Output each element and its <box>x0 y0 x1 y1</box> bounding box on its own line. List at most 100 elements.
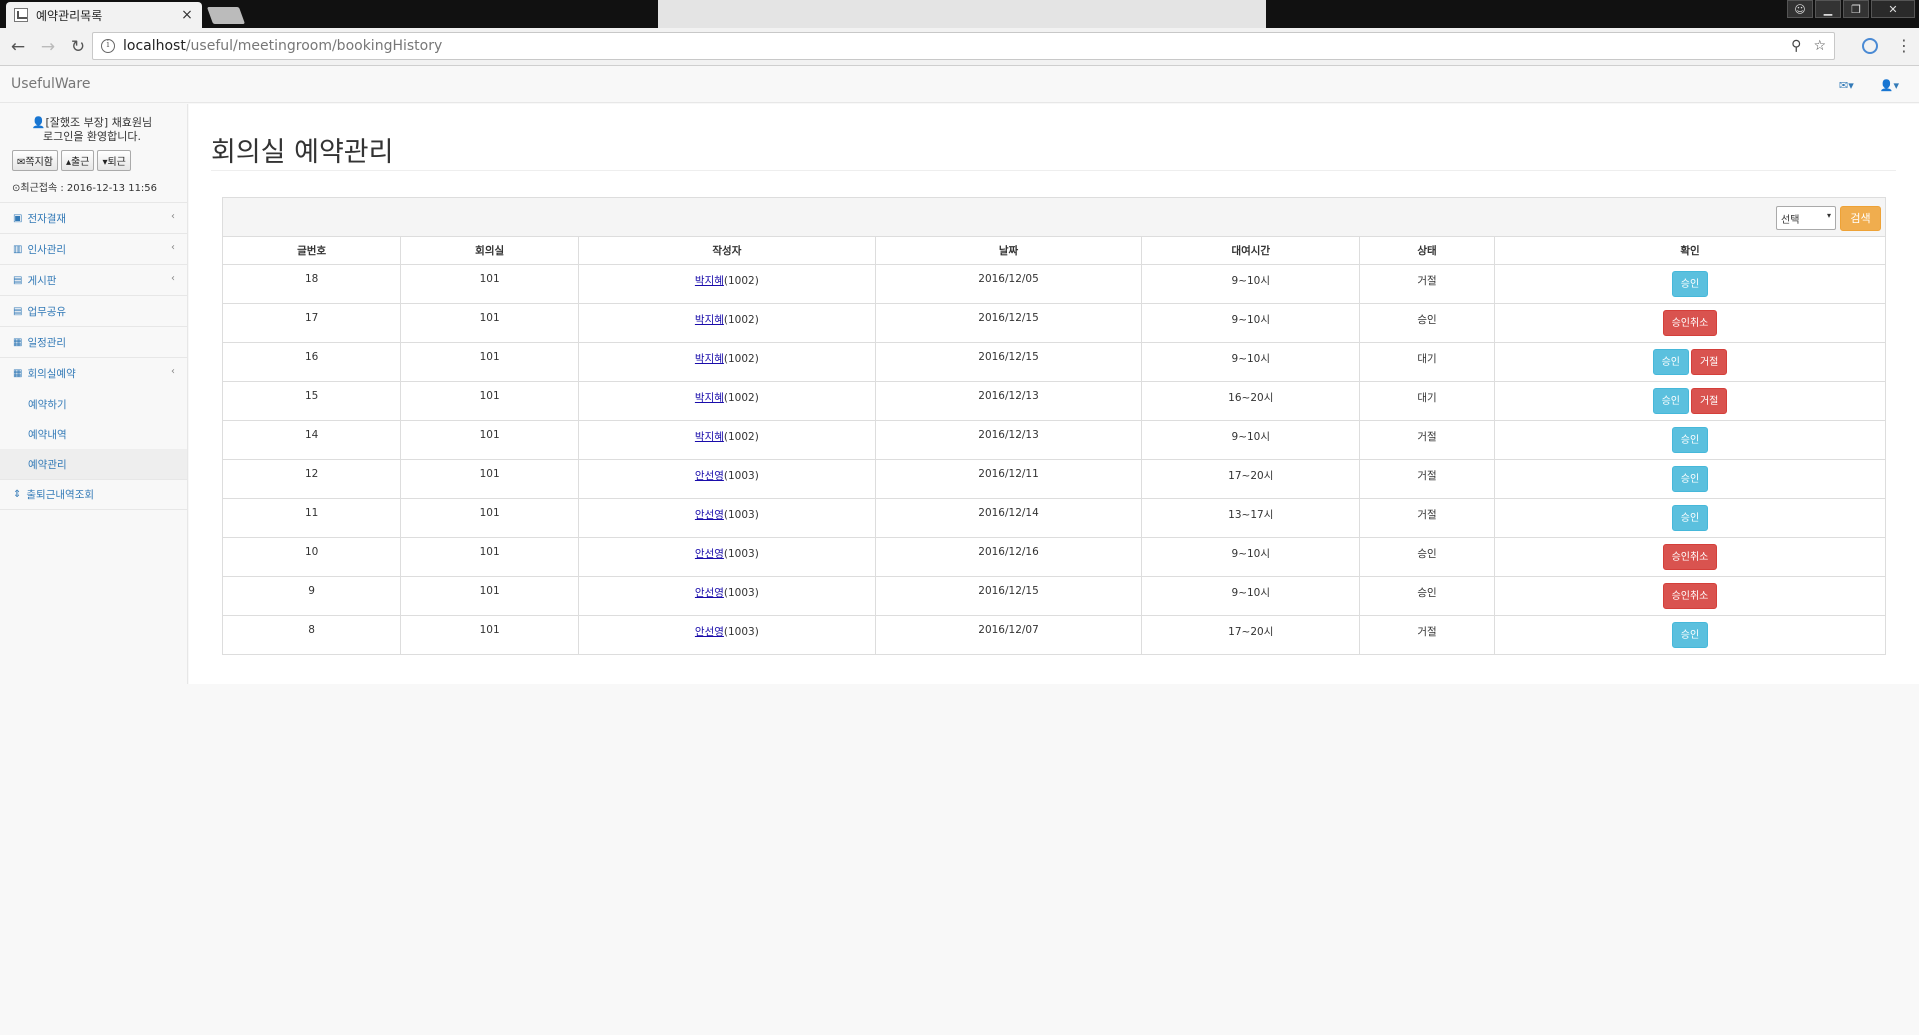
welcome-line2: 로그인을 환영합니다. <box>42 130 142 143</box>
close-window-icon[interactable]: ✕ <box>1871 0 1915 18</box>
envelope-dropdown-icon[interactable]: ✉▾ <box>1839 79 1854 92</box>
cell-status: 거절 <box>1359 459 1495 499</box>
cell-status: 거절 <box>1359 615 1495 654</box>
cell-no: 17 <box>223 303 402 343</box>
cell-time: 17~20시 <box>1141 459 1361 499</box>
search-button[interactable]: 검색 <box>1840 206 1881 231</box>
cell-date: 2016/12/15 <box>875 303 1143 343</box>
submenu-item-reserve[interactable]: 예약하기 <box>0 389 187 419</box>
chevron-left-icon: ‹ <box>171 242 175 253</box>
blurred-region <box>658 0 1266 28</box>
submenu-item-history[interactable]: 예약내역 <box>0 419 187 449</box>
title-divider <box>211 170 1896 171</box>
cell-no: 9 <box>223 576 402 616</box>
sidebar-item-board[interactable]: ▤ 게시판 ‹ <box>0 265 187 296</box>
reject-button[interactable]: 거절 <box>1690 387 1728 414</box>
browser-tab[interactable]: 예약관리목록 × <box>6 2 202 28</box>
cell-status: 대기 <box>1359 342 1495 382</box>
reject-button[interactable]: 거절 <box>1690 348 1728 375</box>
omnibox-actions: ⚲ ☆ <box>1791 38 1826 54</box>
cell-author: 안선영(1003) <box>578 576 876 616</box>
column-header: 대여시간 <box>1141 237 1361 265</box>
sidebar-item-meeting-room[interactable]: ▦ 회의실예약 ‹ <box>0 358 187 389</box>
author-link[interactable]: 박지혜 <box>695 353 724 365</box>
approve-button[interactable]: 승인 <box>1671 504 1709 531</box>
meeting-room-submenu: 예약하기 예약내역 예약관리 <box>0 389 187 479</box>
browser-menu-icon[interactable]: ⋮ <box>1896 36 1912 55</box>
check-out-button[interactable]: ▾퇴근 <box>97 150 131 171</box>
column-header: 회의실 <box>400 237 580 265</box>
cancel-approval-button[interactable]: 승인취소 <box>1662 543 1718 570</box>
new-tab-button[interactable] <box>206 7 246 24</box>
cell-actions: 승인 거절 <box>1494 342 1885 382</box>
sidebar-item-approval[interactable]: ▣ 전자결재 ‹ <box>0 203 187 234</box>
reload-icon[interactable]: ↻ <box>66 37 90 57</box>
author-link[interactable]: 박지혜 <box>695 275 724 287</box>
author-id: (1002) <box>723 352 759 365</box>
cell-actions: 승인 <box>1494 420 1885 460</box>
author-id: (1002) <box>723 430 759 443</box>
caret-down-icon: ▾ <box>1826 211 1831 220</box>
page-title: 회의실 예약관리 <box>211 137 394 168</box>
user-dropdown-icon[interactable]: 👤▾ <box>1880 79 1899 92</box>
sidebar-item-schedule[interactable]: ▦ 일정관리 <box>0 327 187 358</box>
cell-actions: 승인 <box>1494 498 1885 538</box>
cell-room: 101 <box>400 615 580 654</box>
cell-actions: 승인 <box>1494 459 1885 499</box>
author-link[interactable]: 안선영 <box>695 509 724 521</box>
approve-button[interactable]: 승인 <box>1652 348 1689 375</box>
author-link[interactable]: 박지혜 <box>695 314 724 326</box>
cell-status: 승인 <box>1359 537 1495 577</box>
approve-button[interactable]: 승인 <box>1652 387 1689 414</box>
user-profile-icon[interactable]: ☺ <box>1787 0 1813 18</box>
approve-button[interactable]: 승인 <box>1671 465 1709 492</box>
tab-close-icon[interactable]: × <box>180 7 194 23</box>
author-link[interactable]: 안선영 <box>695 470 724 482</box>
cell-room: 101 <box>400 459 580 499</box>
cell-date: 2016/12/13 <box>875 381 1143 421</box>
sidebar-item-work-share[interactable]: ▤ 업무공유 <box>0 296 187 327</box>
cell-author: 안선영(1003) <box>578 615 876 654</box>
cell-status: 거절 <box>1359 420 1495 460</box>
author-link[interactable]: 안선영 <box>695 626 724 638</box>
extension-icon[interactable] <box>1862 38 1878 54</box>
back-arrow-icon[interactable]: ← <box>6 37 30 57</box>
approve-button[interactable]: 승인 <box>1671 426 1709 453</box>
cell-date: 2016/12/15 <box>875 342 1143 382</box>
forward-arrow-icon[interactable]: → <box>36 37 60 57</box>
table-row: 10 101 안선영(1003) 2016/12/16 9~10시 승인 승인취소 <box>223 537 1885 577</box>
message-box-button[interactable]: ✉쪽지함 <box>12 150 58 171</box>
cell-author: 안선영(1003) <box>578 498 876 538</box>
submenu-item-manage[interactable]: 예약관리 <box>0 449 187 479</box>
cell-actions: 승인 거절 <box>1494 381 1885 421</box>
info-icon[interactable]: i <box>101 39 115 53</box>
check-in-button[interactable]: ▴출근 <box>61 150 95 171</box>
author-id: (1002) <box>723 313 759 326</box>
filter-select[interactable]: 선택 ▾ <box>1776 206 1836 230</box>
cell-author: 박지혜(1002) <box>578 420 876 460</box>
address-bar[interactable]: i localhost /useful/meetingroom/bookingH… <box>92 32 1835 60</box>
cancel-approval-button[interactable]: 승인취소 <box>1662 582 1718 609</box>
cell-time: 13~17시 <box>1141 498 1361 538</box>
booking-panel: 선택 ▾ 검색 글번호 회의실 작성자 날짜 대여시간 상태 확인 18 101… <box>222 197 1886 655</box>
author-link[interactable]: 박지혜 <box>695 392 724 404</box>
sidebar-item-attendance[interactable]: ⇕ 출퇴근내역조회 <box>0 479 187 510</box>
browser-titlebar: 예약관리목록 × ☺ ▁ ❐ ✕ <box>0 0 1919 28</box>
sidebar-item-hr[interactable]: ▥ 인사관리 ‹ <box>0 234 187 265</box>
maximize-icon[interactable]: ❐ <box>1843 0 1869 18</box>
brand-logo[interactable]: UsefulWare <box>11 76 90 92</box>
zoom-icon[interactable]: ⚲ <box>1791 38 1801 54</box>
table-row: 9 101 안선영(1003) 2016/12/15 9~10시 승인 승인취소 <box>223 576 1885 616</box>
approve-button[interactable]: 승인 <box>1671 270 1709 297</box>
approve-button[interactable]: 승인 <box>1671 621 1709 648</box>
minimize-icon[interactable]: ▁ <box>1815 0 1841 18</box>
author-link[interactable]: 박지혜 <box>695 431 724 443</box>
author-link[interactable]: 안선영 <box>695 587 724 599</box>
welcome-message: 👤[잘했조 부장] 채효원님 로그인을 환영합니다. <box>12 116 172 144</box>
main-content: 회의실 예약관리 선택 ▾ 검색 글번호 회의실 작성자 날짜 대여시간 상태 … <box>189 104 1919 684</box>
last-login-text: 최근접속 : 2016-12-13 11:56 <box>20 183 158 194</box>
author-link[interactable]: 안선영 <box>695 548 724 560</box>
navbar-icons: ✉▾ 👤▾ <box>1839 79 1899 92</box>
bookmark-star-icon[interactable]: ☆ <box>1813 38 1826 54</box>
cancel-approval-button[interactable]: 승인취소 <box>1662 309 1718 336</box>
